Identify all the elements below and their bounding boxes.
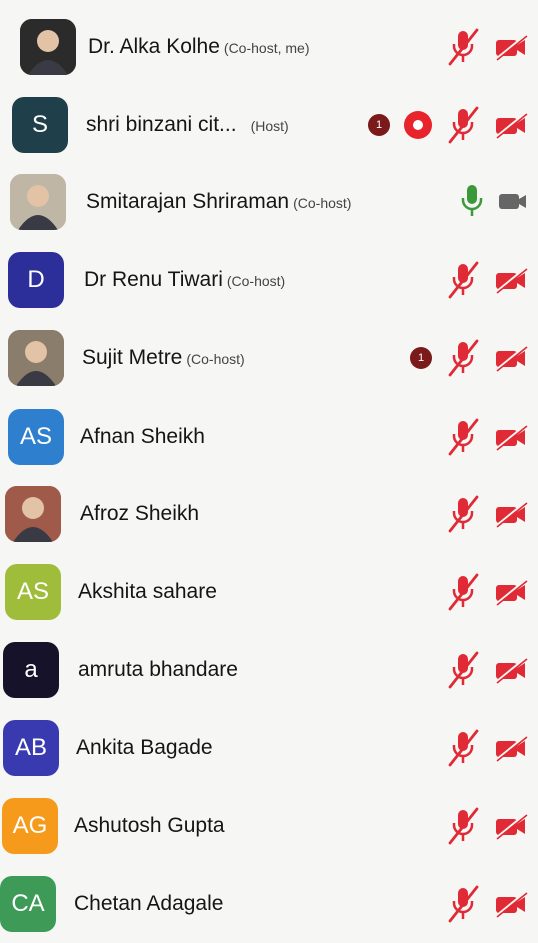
mic-muted-icon[interactable] — [446, 495, 480, 533]
participant-name-group: Chetan Adagale — [74, 892, 223, 916]
participant-name: Smitarajan Shriraman — [86, 190, 290, 213]
participant-name: amruta bhandare — [78, 658, 238, 681]
participant-row[interactable]: AB Ankita Bagade — [0, 709, 538, 787]
video-off-icon[interactable] — [494, 578, 528, 606]
participant-name: shri binzani cit... — [86, 113, 237, 136]
participant-row[interactable]: Dr. Alka Kolhe (Co-host, me) — [0, 8, 538, 86]
avatar — [8, 330, 64, 386]
participant-row[interactable]: Sujit Metre (Co-host) 1 — [0, 319, 538, 397]
avatar: S — [12, 97, 68, 153]
participant-name-group: Smitarajan Shriraman (Co-host) — [86, 190, 351, 214]
participant-name-group: Afnan Sheikh — [80, 425, 205, 449]
mic-muted-icon[interactable] — [446, 28, 480, 66]
participant-role: (Co-host, me) — [223, 40, 310, 56]
avatar — [5, 486, 61, 542]
video-off-icon[interactable] — [494, 656, 528, 684]
video-off-icon[interactable] — [494, 111, 528, 139]
video-off-icon[interactable] — [494, 890, 528, 918]
participant-row[interactable]: CA Chetan Adagale — [0, 865, 538, 943]
mic-muted-icon[interactable] — [446, 573, 480, 611]
participant-name-group: Dr. Alka Kolhe (Co-host, me) — [88, 35, 309, 59]
participant-row[interactable]: AS Afnan Sheikh — [0, 398, 538, 476]
mic-muted-icon[interactable] — [446, 339, 480, 377]
video-off-icon[interactable] — [494, 734, 528, 762]
participant-name: Ankita Bagade — [76, 736, 213, 759]
participant-controls — [446, 495, 528, 533]
avatar: AS — [8, 409, 64, 465]
participant-role: (Co-host) — [293, 195, 352, 211]
participant-name-group: Akshita sahare — [78, 580, 217, 604]
participant-name-group: Sujit Metre (Co-host) — [82, 346, 245, 370]
avatar — [20, 19, 76, 75]
mic-muted-icon[interactable] — [446, 651, 480, 689]
participant-controls: 1 — [368, 106, 528, 144]
mic-muted-icon[interactable] — [446, 106, 480, 144]
participant-name: Dr Renu Tiwari — [84, 268, 223, 291]
participant-name: Afnan Sheikh — [80, 425, 205, 448]
participant-controls — [446, 261, 528, 299]
mic-icon[interactable] — [460, 183, 484, 219]
video-off-icon[interactable] — [494, 423, 528, 451]
video-off-icon[interactable] — [494, 812, 528, 840]
participant-controls — [446, 729, 528, 767]
mic-muted-icon[interactable] — [446, 807, 480, 845]
video-off-icon[interactable] — [494, 33, 528, 61]
participant-name-group: Ashutosh Gupta — [74, 814, 225, 838]
video-off-icon[interactable] — [494, 344, 528, 372]
participant-name-group: Ankita Bagade — [76, 736, 213, 760]
participant-controls — [446, 573, 528, 611]
avatar: AB — [3, 720, 59, 776]
participant-role: (Host) — [250, 118, 289, 134]
participant-name-group: shri binzani cit... (Host) — [86, 113, 289, 137]
participant-row[interactable]: Smitarajan Shriraman (Co-host) — [0, 163, 538, 241]
participant-name-group: amruta bhandare — [78, 658, 238, 682]
avatar: AS — [5, 564, 61, 620]
participant-name-group: Dr Renu Tiwari (Co-host) — [84, 268, 285, 292]
chat-count-badge[interactable]: 1 — [368, 114, 390, 136]
chat-count-badge[interactable]: 1 — [410, 347, 432, 369]
participant-name: Ashutosh Gupta — [74, 814, 225, 837]
avatar — [10, 174, 66, 230]
participant-role: (Co-host) — [226, 273, 286, 289]
participant-name: Dr. Alka Kolhe — [88, 35, 220, 58]
avatar: CA — [0, 876, 56, 932]
participant-name: Sujit Metre — [82, 346, 183, 369]
participant-row[interactable]: AG Ashutosh Gupta — [0, 787, 538, 865]
participant-name: Akshita sahare — [78, 580, 217, 603]
video-off-icon[interactable] — [494, 266, 528, 294]
avatar: D — [8, 252, 64, 308]
avatar: a — [3, 642, 59, 698]
video-off-icon[interactable] — [494, 500, 528, 528]
participant-controls — [446, 885, 528, 923]
mic-muted-icon[interactable] — [446, 885, 480, 923]
participant-controls — [446, 28, 528, 66]
participant-controls — [446, 651, 528, 689]
participant-controls: 1 — [410, 339, 528, 377]
record-icon — [404, 111, 432, 139]
participant-row[interactable]: Afroz Sheikh — [0, 475, 538, 553]
participant-role: (Co-host) — [186, 351, 245, 367]
mic-muted-icon[interactable] — [446, 418, 480, 456]
video-icon[interactable] — [498, 189, 528, 213]
avatar: AG — [2, 798, 58, 854]
mic-muted-icon[interactable] — [446, 261, 480, 299]
participant-name: Chetan Adagale — [74, 892, 224, 915]
participant-name-group: Afroz Sheikh — [80, 502, 199, 526]
participant-controls — [460, 183, 528, 219]
participants-list: Dr. Alka Kolhe (Co-host, me) Sshri binzani… — [0, 0, 538, 932]
participant-row[interactable]: Sshri binzani cit... (Host) 1 — [0, 86, 538, 164]
participant-controls — [446, 807, 528, 845]
participant-row[interactable]: D Dr Renu Tiwari (Co-host) — [0, 241, 538, 319]
participant-controls — [446, 418, 528, 456]
participant-row[interactable]: AS Akshita sahare — [0, 553, 538, 631]
participant-name: Afroz Sheikh — [80, 502, 200, 525]
mic-muted-icon[interactable] — [446, 729, 480, 767]
participant-row[interactable]: a amruta bhandare — [0, 631, 538, 709]
